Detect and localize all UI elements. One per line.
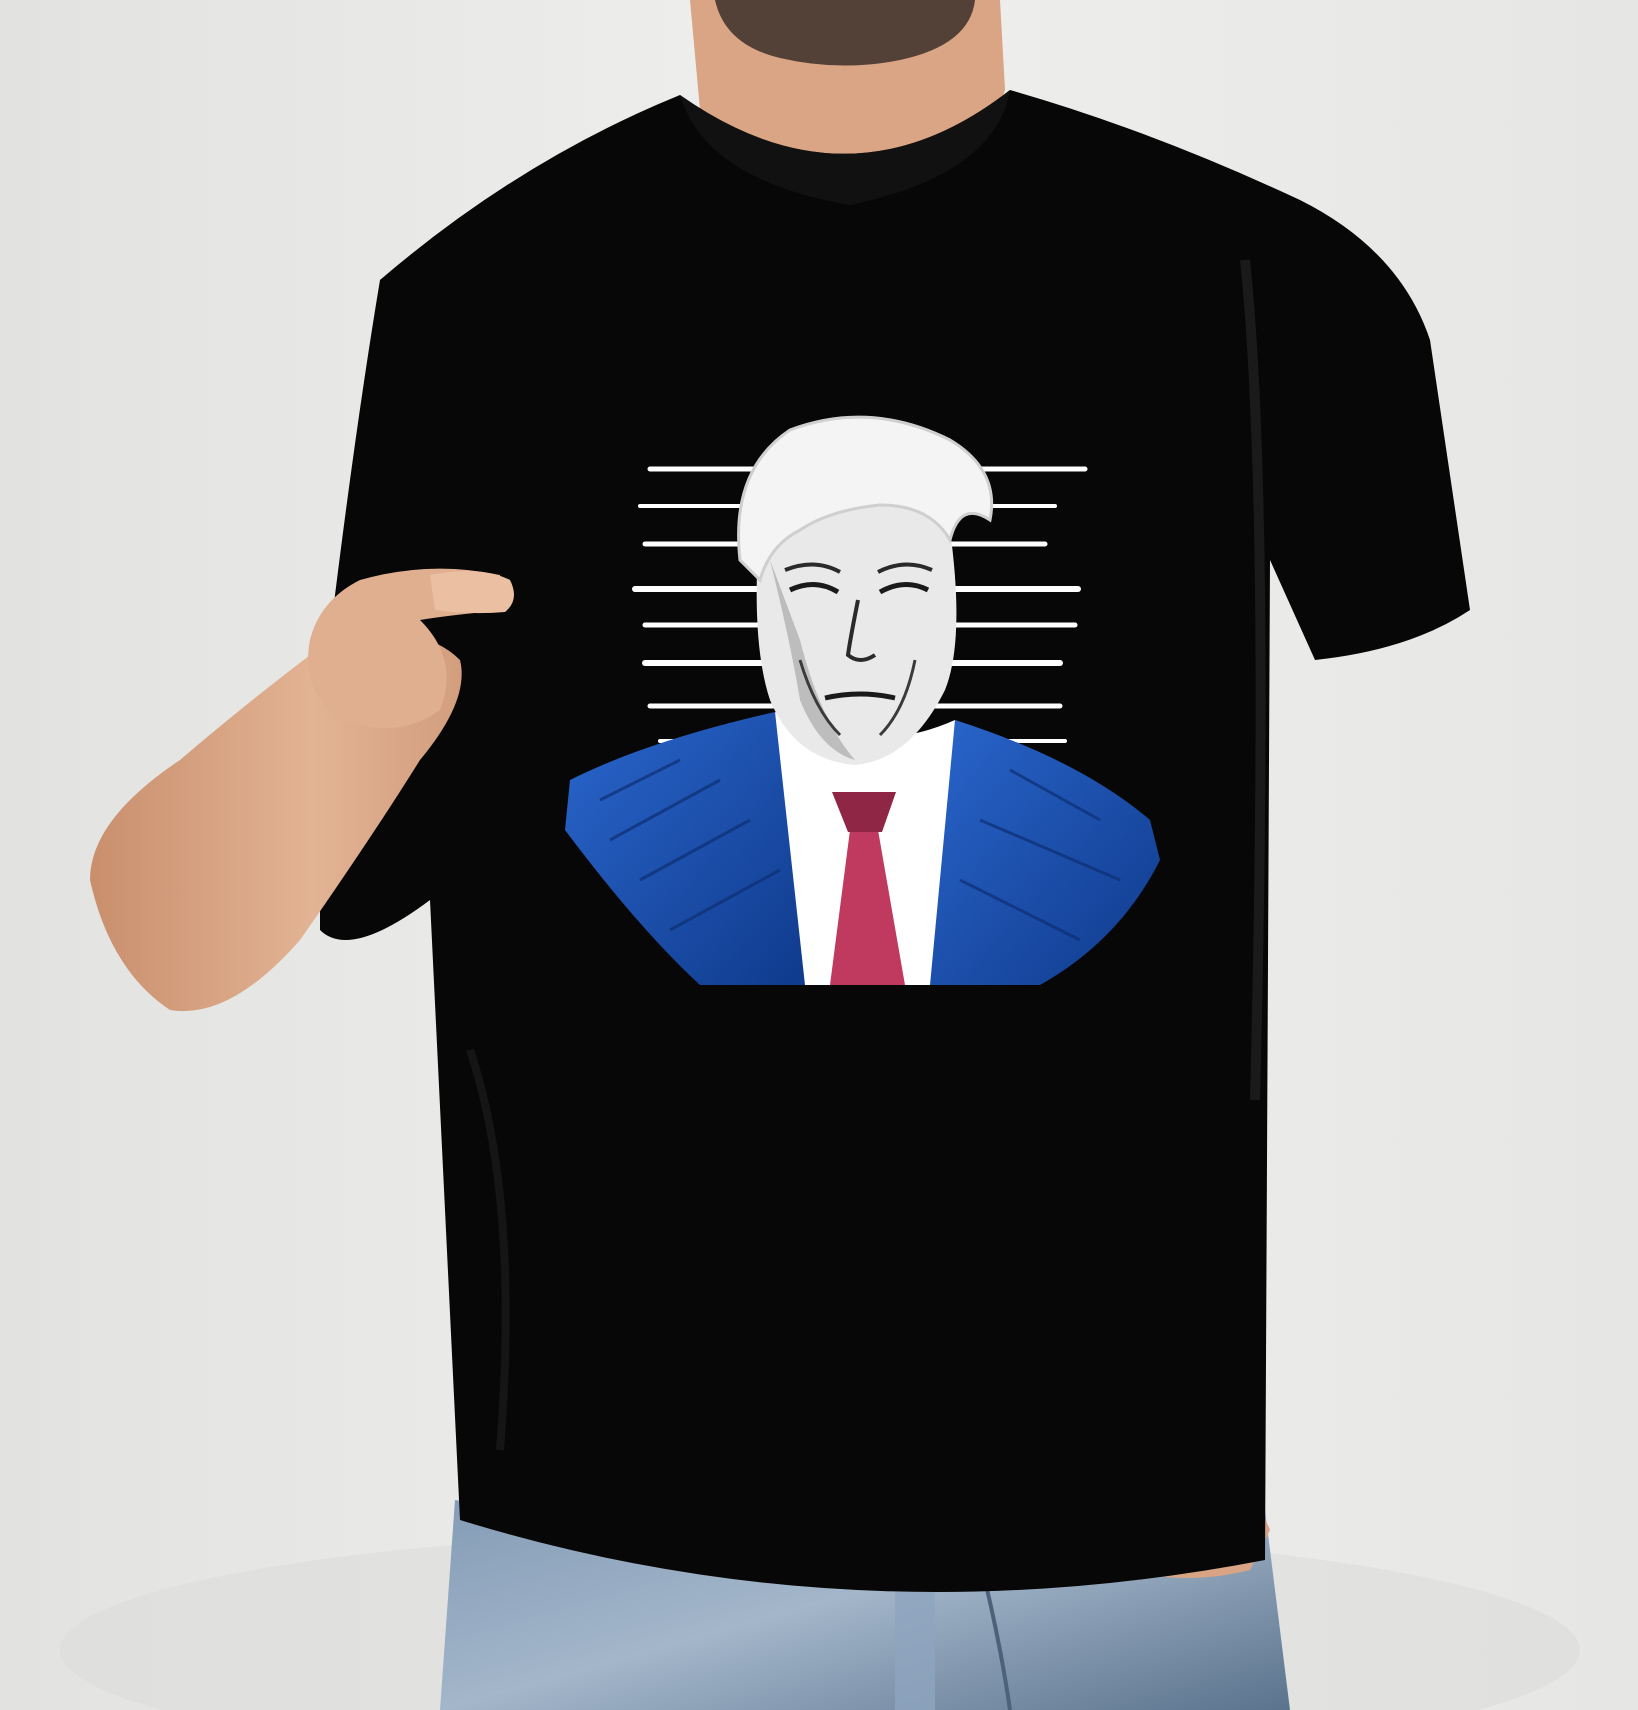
pointing-finger (430, 571, 514, 614)
photo-scene (0, 0, 1638, 1710)
